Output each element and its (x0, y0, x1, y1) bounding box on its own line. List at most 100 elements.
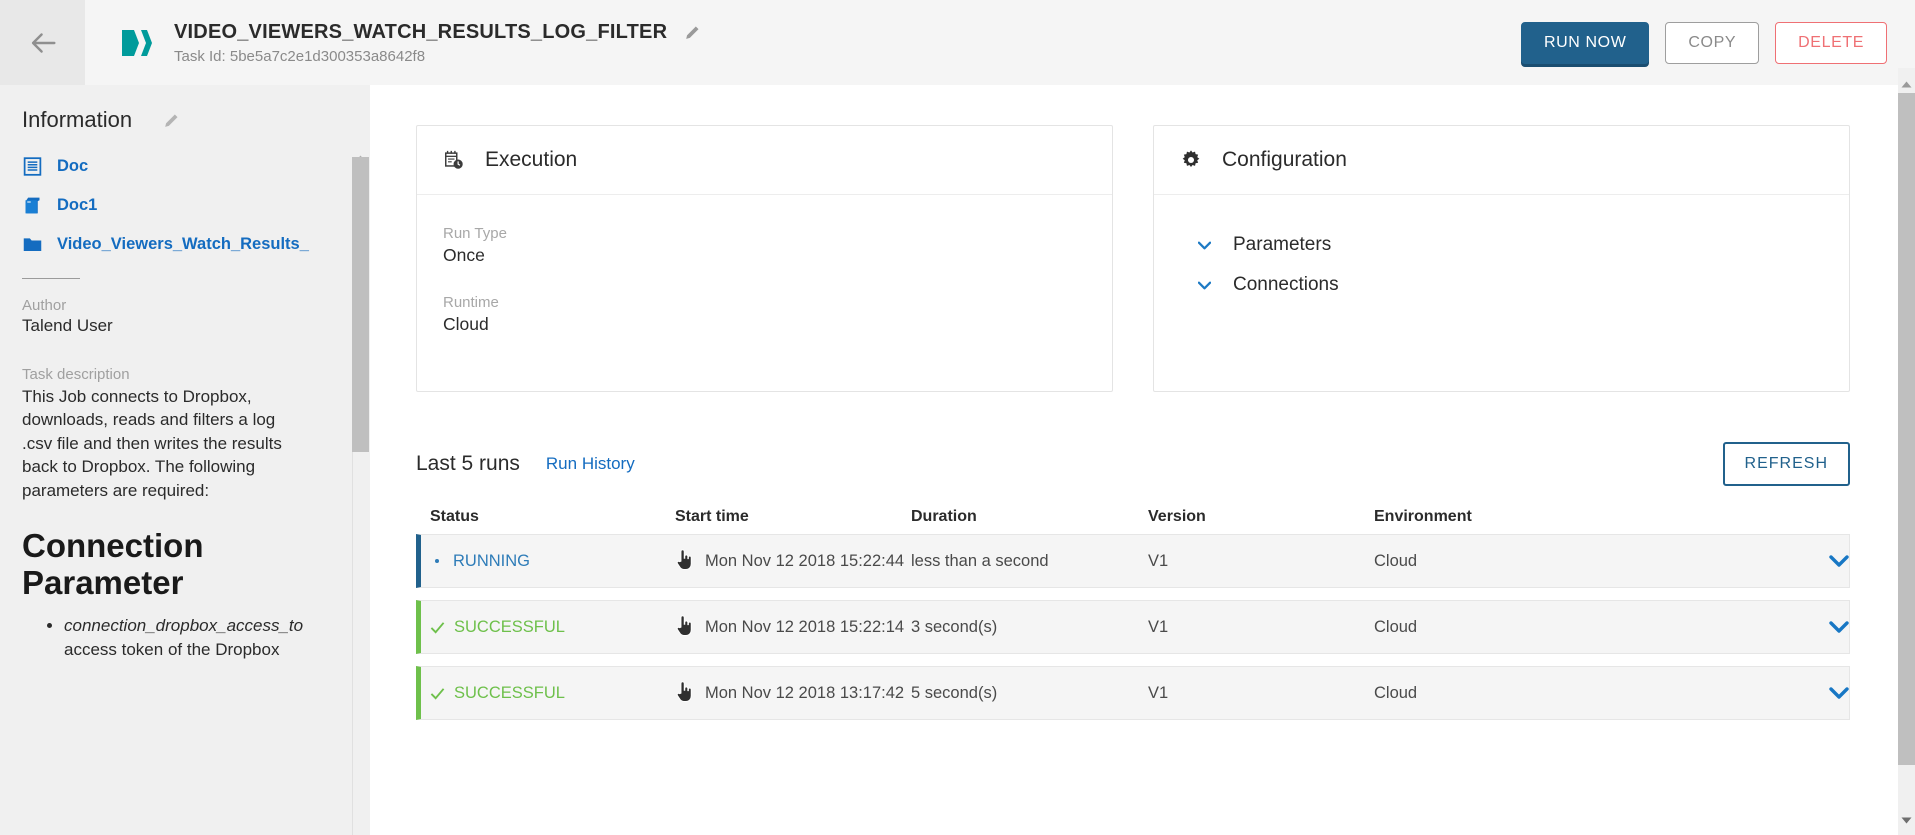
run-duration: less than a second (911, 552, 1148, 571)
delete-button[interactable]: DELETE (1775, 22, 1887, 64)
run-expand-cell[interactable] (1809, 620, 1849, 634)
page-scroll-down-button[interactable] (1898, 808, 1915, 832)
status-badge: SUCCESSFUL (454, 684, 565, 703)
runtime-value: Cloud (443, 314, 1086, 335)
run-environment: Cloud (1374, 552, 1809, 571)
run-status-cell: RUNNING (430, 552, 675, 571)
author-block: Author Talend User (22, 297, 330, 336)
copy-button[interactable]: COPY (1665, 22, 1759, 64)
hand-cursor-icon (675, 614, 693, 636)
task-id: Task Id: 5be5a7c2e1d300353a8642f8 (174, 48, 702, 65)
information-title: Information (22, 107, 132, 133)
task-description-block: Task description This Job connects to Dr… (22, 366, 330, 661)
table-row[interactable]: SUCCESSFUL Mon Nov 12 2018 13:17:42 5 se… (416, 666, 1850, 720)
run-version: V1 (1148, 618, 1374, 637)
run-expand-cell[interactable] (1809, 686, 1849, 700)
table-row[interactable]: RUNNING Mon Nov 12 2018 15:22:44 less th… (416, 534, 1850, 588)
run-start-time-cell: Mon Nov 12 2018 15:22:14 (675, 618, 911, 637)
column-header-expand (1810, 508, 1850, 526)
chevron-down-icon[interactable] (1829, 554, 1849, 568)
configuration-card-title: Configuration (1222, 148, 1347, 172)
brand-block: VIDEO_VIEWERS_WATCH_RESULTS_LOG_FILTER T… (85, 0, 702, 85)
execution-card-header: Execution (417, 126, 1112, 195)
runs-table: Status Start time Duration Version Envir… (370, 508, 1898, 720)
books-icon (22, 195, 43, 216)
run-version: V1 (1148, 552, 1374, 571)
gear-icon (1180, 149, 1202, 171)
refresh-button[interactable]: REFRESH (1723, 442, 1850, 486)
run-duration: 3 second(s) (911, 618, 1148, 637)
task-description-heading: Connection Parameter (22, 528, 294, 602)
folder-icon (22, 234, 43, 255)
arrow-left-icon (26, 26, 60, 60)
information-sidebar: Information Doc Doc1 Video_Vie (0, 85, 370, 835)
config-section-label: Parameters (1233, 234, 1331, 256)
top-bar: VIDEO_VIEWERS_WATCH_RESULTS_LOG_FILTER T… (0, 0, 1915, 85)
information-header: Information (22, 107, 330, 133)
status-badge: RUNNING (453, 552, 530, 571)
run-status-cell: SUCCESSFUL (430, 684, 675, 703)
run-expand-cell[interactable] (1809, 554, 1849, 568)
topbar-actions: RUN NOW COPY DELETE (1521, 0, 1915, 85)
run-duration: 5 second(s) (911, 684, 1148, 703)
sidebar-link-label: Doc1 (57, 196, 97, 215)
run-start-time: Mon Nov 12 2018 13:17:42 (705, 684, 904, 703)
caret-down-icon (1901, 817, 1912, 824)
sidebar-link-folder[interactable]: Video_Viewers_Watch_Results_ (22, 225, 330, 264)
hand-cursor-icon (675, 680, 693, 702)
main-content: Execution Run Type Once Runtime Cloud (370, 85, 1898, 835)
bullet-term: connection_dropbox_access_to (64, 616, 303, 635)
page-scrollbar-thumb[interactable] (1898, 93, 1915, 765)
back-button[interactable] (0, 0, 85, 85)
run-start-time-cell: Mon Nov 12 2018 13:17:42 (675, 684, 911, 703)
chevron-down-icon[interactable] (1829, 620, 1849, 634)
chevron-down-icon (1198, 279, 1211, 292)
chevron-down-icon (1198, 239, 1211, 252)
check-icon (430, 620, 445, 635)
task-description-body: This Job connects to Dropbox, downloads,… (22, 385, 294, 502)
cards-row: Execution Run Type Once Runtime Cloud (370, 85, 1898, 392)
chevron-down-icon[interactable] (1829, 686, 1849, 700)
running-spinner-icon (435, 559, 439, 563)
column-header-duration: Duration (911, 508, 1148, 526)
task-description-label: Task description (22, 366, 330, 383)
sidebar-link-label: Video_Viewers_Watch_Results_ (57, 235, 309, 254)
run-type-field: Run Type Once (443, 225, 1086, 266)
run-history-link[interactable]: Run History (546, 454, 635, 474)
run-environment: Cloud (1374, 618, 1809, 637)
run-start-time: Mon Nov 12 2018 15:22:14 (705, 618, 904, 637)
execution-card: Execution Run Type Once Runtime Cloud (416, 125, 1113, 392)
column-header-version: Version (1148, 508, 1374, 526)
run-now-button[interactable]: RUN NOW (1521, 22, 1649, 64)
hand-cursor-icon (675, 548, 693, 570)
run-type-value: Once (443, 245, 1086, 266)
list-item: connection_dropbox_access_to access toke… (64, 614, 322, 661)
run-version: V1 (1148, 684, 1374, 703)
column-header-status: Status (430, 508, 675, 526)
config-section-parameters[interactable]: Parameters (1180, 225, 1823, 265)
runtime-label: Runtime (443, 294, 1086, 311)
status-badge: SUCCESSFUL (454, 618, 565, 637)
calendar-clock-icon (443, 149, 465, 171)
execution-card-title: Execution (485, 148, 577, 172)
check-icon (430, 686, 445, 701)
execution-card-body: Run Type Once Runtime Cloud (417, 195, 1112, 391)
runs-title: Last 5 runs (416, 452, 520, 476)
page-title: VIDEO_VIEWERS_WATCH_RESULTS_LOG_FILTER (174, 21, 667, 44)
runs-header: Last 5 runs Run History REFRESH (370, 392, 1898, 486)
bullet-text: access token of the Dropbox (64, 640, 279, 659)
run-start-time: Mon Nov 12 2018 15:22:44 (705, 552, 904, 571)
runtime-field: Runtime Cloud (443, 294, 1086, 335)
config-section-connections[interactable]: Connections (1180, 265, 1823, 305)
run-type-label: Run Type (443, 225, 1086, 242)
pencil-icon[interactable] (162, 111, 181, 130)
table-row[interactable]: SUCCESSFUL Mon Nov 12 2018 15:22:14 3 se… (416, 600, 1850, 654)
column-header-environment: Environment (1374, 508, 1810, 526)
pencil-icon[interactable] (683, 23, 702, 42)
author-label: Author (22, 297, 330, 314)
sidebar-vertical-scrollbar-thumb[interactable] (352, 157, 369, 452)
configuration-card-body: Parameters Connections (1154, 195, 1849, 391)
sidebar-link-doc1[interactable]: Doc1 (22, 186, 330, 225)
sidebar-link-doc[interactable]: Doc (22, 147, 330, 186)
sidebar-link-label: Doc (57, 157, 88, 176)
